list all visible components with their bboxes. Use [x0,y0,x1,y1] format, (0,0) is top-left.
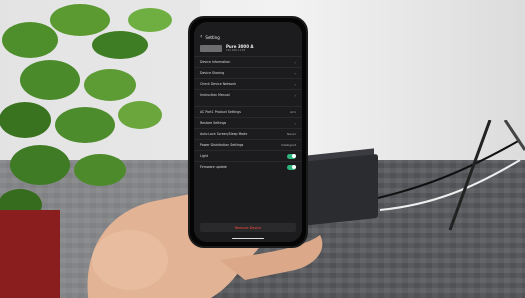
menu-row-label: Device Sharing [200,71,225,75]
menu-row-auto-lock[interactable]: Auto Lock Screen/Sleep Mode Never [194,128,302,139]
chevron-right-icon: › [294,92,296,98]
home-indicator [232,237,264,239]
device-thumbnail [200,44,222,52]
app-header: ‹ Setting [194,32,302,42]
device-subtitle: 192.168.1.138 [226,49,245,52]
menu-row-label: Power Distribution Settings [200,143,244,147]
menu-row-instruction-manual[interactable]: Instruction Manual › [194,89,302,100]
status-bar [194,22,302,32]
chevron-right-icon: › [294,81,296,87]
smartphone: ‹ Setting Pure 3000 A 192.168.1.138 Devi… [188,16,308,248]
device-header: Pure 3000 A 192.168.1.138 [194,42,302,56]
menu-row-label: Firmware update [200,165,227,169]
firmware-update-toggle[interactable] [287,164,296,170]
menu-row-firmware-update[interactable]: Firmware update [194,161,302,172]
menu-row-light[interactable]: Light [194,150,302,161]
menu-row-label: Check Device Network [200,82,237,86]
menu-row-value: Never [287,132,296,136]
menu-row-restore-settings[interactable]: Restore Settings › [194,117,302,128]
menu-row-label: Light [200,154,208,158]
menu-row-label: AC Port1 Product Settings [200,110,241,114]
photo-scene: ‹ Setting Pure 3000 A 192.168.1.138 Devi… [0,0,525,298]
menu-row-label: Restore Settings [200,121,227,125]
menu-row-device-information[interactable]: Device Information › [194,56,302,67]
menu-row-label: Device Information [200,60,231,64]
menu-row-ac-port-settings[interactable]: AC Port1 Product Settings AC1 [194,106,302,117]
chevron-right-icon: › [294,120,296,126]
app-screen: ‹ Setting Pure 3000 A 192.168.1.138 Devi… [194,22,302,242]
remove-device-button[interactable]: Remove Device [200,223,296,232]
back-arrow-icon[interactable]: ‹ [200,34,202,40]
menu-row-check-network[interactable]: Check Device Network › [194,78,302,89]
menu-row-value: Intelligent [280,143,296,147]
menu-row-device-sharing[interactable]: Device Sharing › [194,67,302,78]
light-toggle[interactable] [287,153,296,159]
menu-row-label: Auto Lock Screen/Sleep Mode [200,132,248,136]
page-title: Setting [205,34,220,40]
menu-row-power-distribution[interactable]: Power Distribution Settings Intelligent [194,139,302,150]
menu-row-label: Instruction Manual [200,93,230,97]
menu-row-value: AC1 [289,110,296,114]
chevron-right-icon: › [294,70,296,76]
chevron-right-icon: › [294,59,296,65]
